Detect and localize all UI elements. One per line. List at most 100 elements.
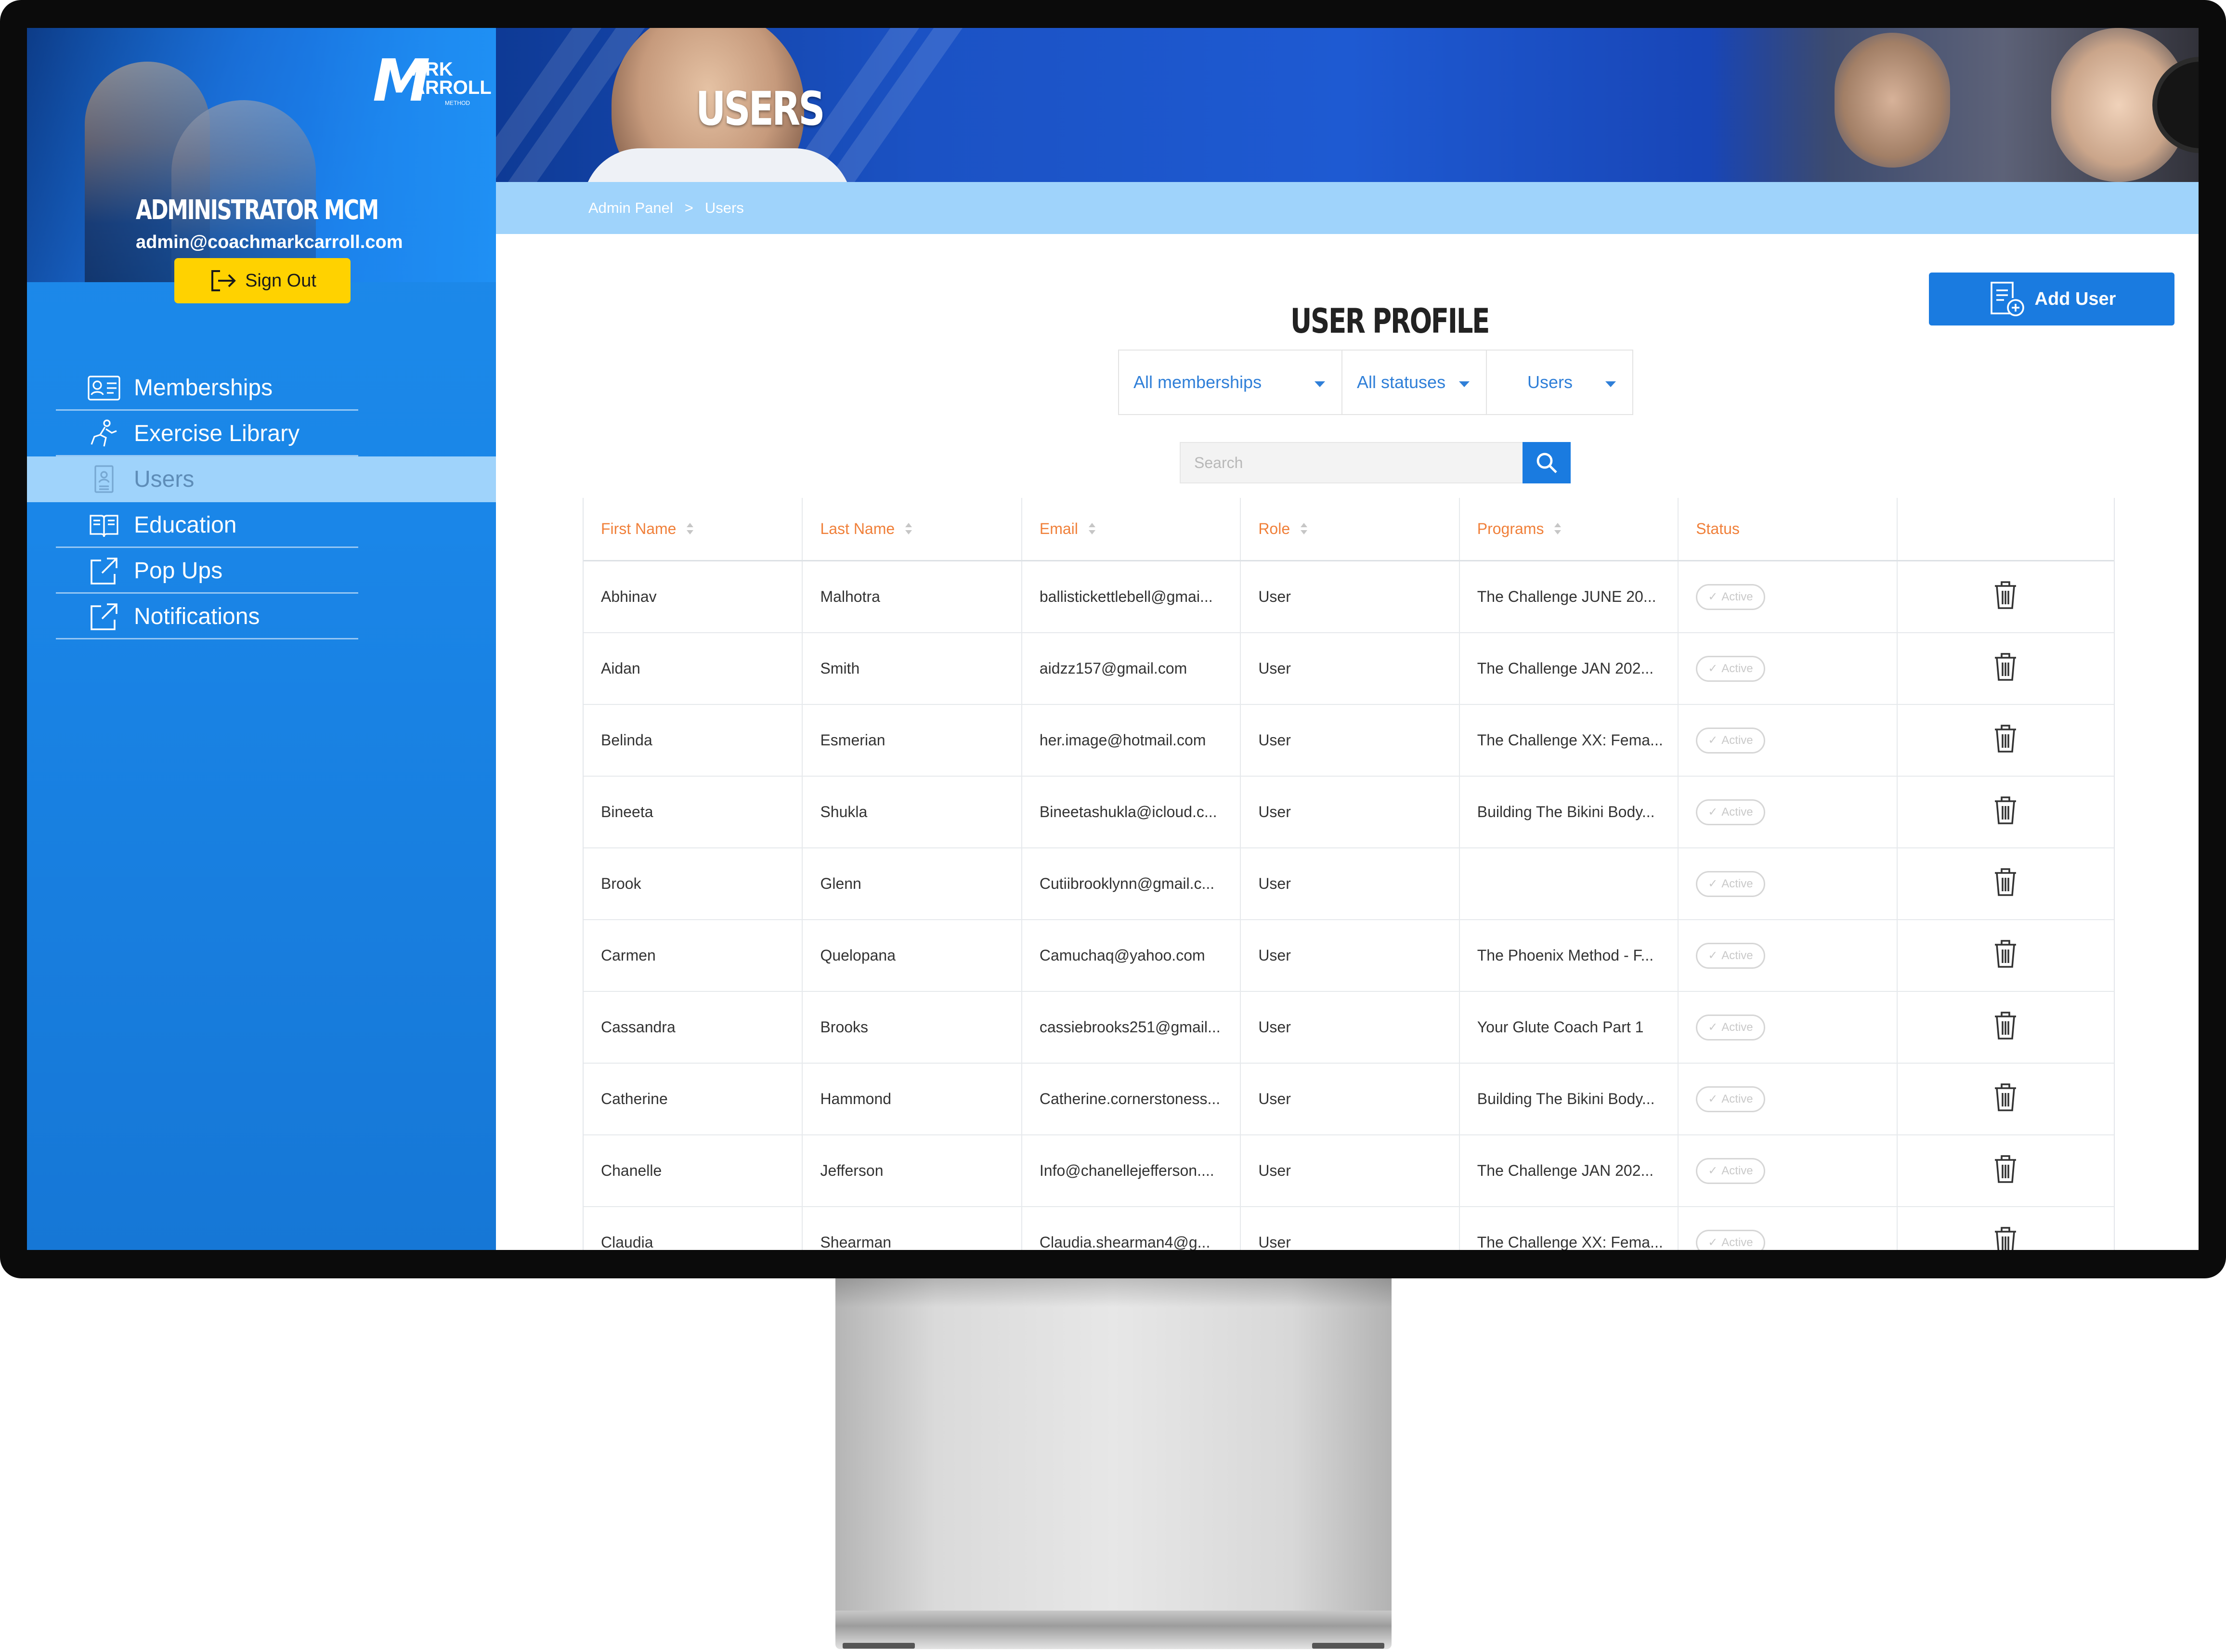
- membership-filter-select[interactable]: All memberships: [1119, 351, 1342, 414]
- table-row[interactable]: Belinda Esmerian her.image@hotmail.com User…: [584, 705, 2114, 777]
- check-icon: ✓: [1708, 877, 1718, 890]
- cell-email: aidzz157@gmail.com: [1022, 633, 1241, 704]
- search-button[interactable]: [1523, 442, 1571, 483]
- sort-icon[interactable]: [905, 522, 912, 536]
- trash-icon[interactable]: [1993, 652, 2018, 686]
- cell-last-name: Jefferson: [803, 1135, 1022, 1206]
- external-link-icon: [86, 556, 122, 586]
- cell-role: User: [1241, 561, 1460, 632]
- cell-first-name: Carmen: [584, 920, 803, 991]
- sidebar-item-pop-ups[interactable]: Pop Ups: [56, 548, 496, 594]
- sidebar-item-label: Exercise Library: [134, 421, 300, 446]
- monitor-foot: [1312, 1643, 1384, 1649]
- table-row[interactable]: Catherine Hammond Catherine.cornerstoness.…: [584, 1064, 2114, 1135]
- sort-icon[interactable]: [1301, 522, 1308, 536]
- column-header-programs[interactable]: Programs: [1460, 498, 1679, 560]
- running-person-icon: [86, 418, 122, 449]
- check-icon: ✓: [1708, 949, 1718, 962]
- status-label: Active: [1721, 662, 1753, 675]
- check-icon: ✓: [1708, 806, 1718, 819]
- status-badge[interactable]: ✓ Active: [1696, 799, 1765, 825]
- status-label: Active: [1721, 877, 1753, 890]
- header-banner: USERS: [496, 28, 2199, 182]
- cell-programs: The Challenge JUNE 20...: [1460, 561, 1679, 632]
- cell-role: User: [1241, 848, 1460, 919]
- caret-down-icon: [1315, 381, 1325, 387]
- table-row[interactable]: Cassandra Brooks cassiebrooks251@gmail... U…: [584, 992, 2114, 1064]
- cell-status: ✓ Active: [1679, 920, 1898, 991]
- check-icon: ✓: [1708, 734, 1718, 747]
- trash-icon[interactable]: [1993, 795, 2018, 829]
- column-header-first-name[interactable]: First Name: [584, 498, 803, 560]
- status-badge[interactable]: ✓ Active: [1696, 655, 1765, 682]
- column-header-role[interactable]: Role: [1241, 498, 1460, 560]
- sign-out-button[interactable]: Sign Out: [174, 258, 351, 303]
- table-row[interactable]: Aidan Smith aidzz157@gmail.com User The Chal…: [584, 633, 2114, 705]
- sidebar-item-label: Education: [134, 512, 237, 538]
- search-input[interactable]: Search: [1180, 442, 1523, 483]
- status-badge[interactable]: ✓ Active: [1696, 1014, 1765, 1041]
- status-badge[interactable]: ✓ Active: [1696, 1158, 1765, 1184]
- sort-icon[interactable]: [687, 522, 694, 536]
- cell-role: User: [1241, 920, 1460, 991]
- monitor-stand-base: [835, 1611, 1392, 1649]
- brand-logo[interactable]: M ARK ARROLL METHOD: [373, 52, 492, 110]
- status-badge[interactable]: ✓ Active: [1696, 727, 1765, 754]
- role-filter-select[interactable]: Users: [1487, 351, 1632, 414]
- trash-icon[interactable]: [1993, 1226, 2018, 1250]
- trash-icon[interactable]: [1993, 1011, 2018, 1044]
- table-row[interactable]: Chanelle Jefferson Info@chanellejefferson.…: [584, 1135, 2114, 1207]
- status-label: Active: [1721, 1164, 1753, 1177]
- status-label: Active: [1721, 590, 1753, 603]
- external-link-icon: [86, 601, 122, 632]
- sort-icon[interactable]: [1088, 522, 1095, 536]
- table-row[interactable]: Bineeta Shukla Bineetashukla@icloud.c... Us…: [584, 777, 2114, 848]
- status-badge[interactable]: ✓ Active: [1696, 871, 1765, 897]
- admin-email: admin@coachmarkcarroll.com: [136, 232, 403, 252]
- status-badge[interactable]: ✓ Active: [1696, 1086, 1765, 1112]
- status-label: Active: [1721, 1236, 1753, 1249]
- add-document-icon: [1990, 282, 2024, 316]
- cell-first-name: Catherine: [584, 1064, 803, 1134]
- breadcrumb: Admin Panel > Users: [496, 182, 2199, 234]
- sidebar-item-notifications[interactable]: Notifications: [56, 594, 496, 639]
- filter-bar: All memberships All statuses Users: [1118, 350, 1633, 415]
- cell-email: cassiebrooks251@gmail...: [1022, 992, 1241, 1063]
- check-icon: ✓: [1708, 590, 1718, 603]
- trash-icon[interactable]: [1993, 867, 2018, 901]
- sidebar-item-exercise-library[interactable]: Exercise Library: [56, 411, 496, 456]
- users-table: First Name Last Name Email Role Programs…: [583, 498, 2115, 1250]
- sidebar-item-users[interactable]: Users: [27, 456, 496, 502]
- book-icon: [86, 510, 122, 541]
- cell-email: Camuchaq@yahoo.com: [1022, 920, 1241, 991]
- cell-programs: The Challenge XX: Fema...: [1460, 705, 1679, 776]
- sidebar-item-label: Pop Ups: [134, 558, 223, 584]
- status-badge[interactable]: ✓ Active: [1696, 584, 1765, 610]
- status-badge[interactable]: ✓ Active: [1696, 1229, 1765, 1250]
- breadcrumb-admin-panel[interactable]: Admin Panel: [588, 199, 673, 217]
- cell-last-name: Quelopana: [803, 920, 1022, 991]
- cell-status: ✓ Active: [1679, 1064, 1898, 1134]
- table-row[interactable]: Abhinav Malhotra ballistickettlebell@gmai.…: [584, 561, 2114, 633]
- sort-icon[interactable]: [1554, 522, 1562, 536]
- add-user-button[interactable]: Add User: [1929, 273, 2174, 325]
- check-icon: ✓: [1708, 1164, 1718, 1177]
- status-label: Active: [1721, 805, 1753, 819]
- cell-programs: Your Glute Coach Part 1: [1460, 992, 1679, 1063]
- table-row[interactable]: Brook Glenn Cutiibrooklynn@gmail.c... User ✓…: [584, 848, 2114, 920]
- trash-icon[interactable]: [1993, 724, 2018, 757]
- trash-icon[interactable]: [1993, 580, 2018, 614]
- trash-icon[interactable]: [1993, 939, 2018, 973]
- monitor-foot: [843, 1643, 915, 1649]
- sidebar-item-education[interactable]: Education: [56, 502, 496, 548]
- status-badge[interactable]: ✓ Active: [1696, 942, 1765, 969]
- column-header-email[interactable]: Email: [1022, 498, 1241, 560]
- status-filter-select[interactable]: All statuses: [1342, 351, 1487, 414]
- trash-icon[interactable]: [1993, 1154, 2018, 1188]
- table-row[interactable]: Carmen Quelopana Camuchaq@yahoo.com User The…: [584, 920, 2114, 992]
- column-header-last-name[interactable]: Last Name: [803, 498, 1022, 560]
- table-row[interactable]: Claudia Shearman Claudia.shearman4@g... Use…: [584, 1207, 2114, 1250]
- sidebar-item-memberships[interactable]: Memberships: [56, 365, 496, 411]
- trash-icon[interactable]: [1993, 1082, 2018, 1116]
- cell-programs: The Challenge JAN 202...: [1460, 1135, 1679, 1206]
